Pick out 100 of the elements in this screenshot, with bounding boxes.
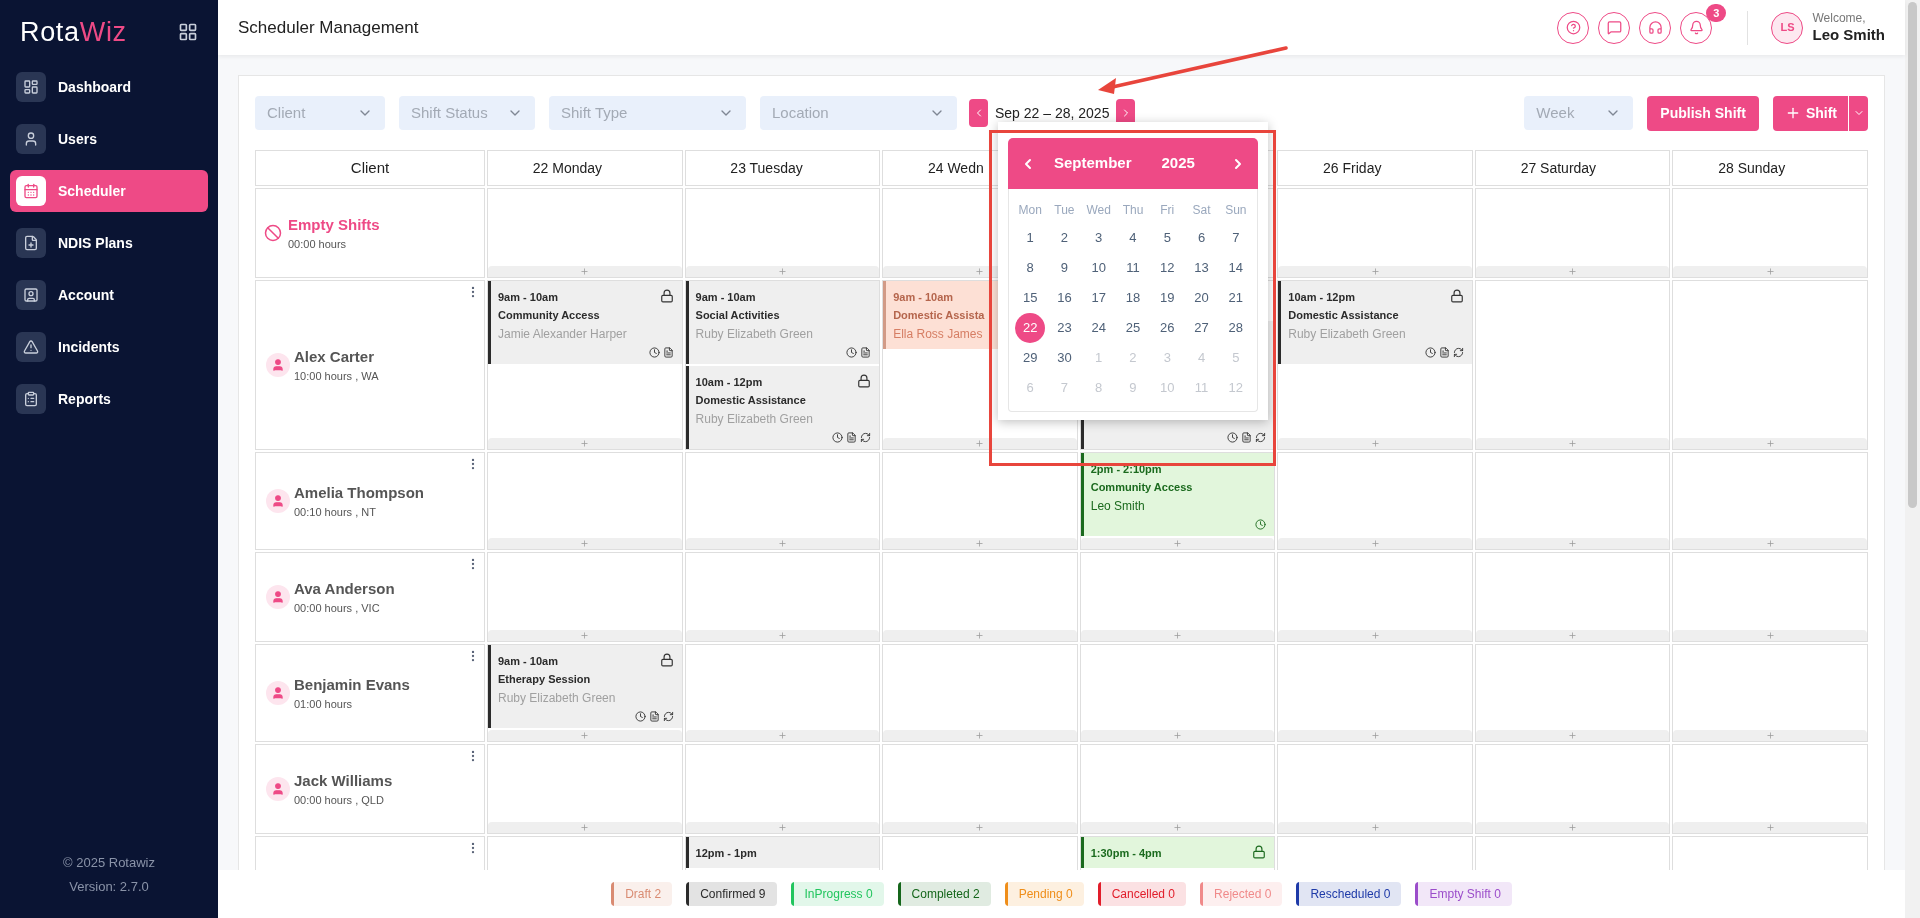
publish-shift-button[interactable]: Publish Shift xyxy=(1647,95,1759,131)
nav-item[interactable]: Reports xyxy=(10,378,208,420)
notes-icon[interactable] xyxy=(648,711,660,722)
column-header: 22 Monday xyxy=(532,158,603,178)
calendar-day[interactable]: 4 xyxy=(1118,223,1148,253)
year-label[interactable]: 2025 xyxy=(1161,152,1195,175)
calendar-day[interactable]: 1 xyxy=(1015,223,1046,253)
clock-icon[interactable] xyxy=(846,347,858,358)
calendar-day[interactable]: 20 xyxy=(1186,283,1217,313)
client-name[interactable]: Jack Williams xyxy=(294,769,393,792)
plus-icon xyxy=(975,823,985,832)
repeat-icon[interactable] xyxy=(1452,347,1464,358)
legend-label: Rescheduled 0 xyxy=(1309,886,1392,903)
calendar-day[interactable]: 15 xyxy=(1015,283,1046,313)
calendar-day[interactable]: 7 xyxy=(1220,223,1251,253)
repeat-icon[interactable] xyxy=(662,711,674,722)
shift-card[interactable]: 1:30pm - 4pm xyxy=(1080,837,1275,868)
weekday-label: Sun xyxy=(1224,202,1248,219)
lock-icon xyxy=(659,289,674,303)
calendar-day[interactable]: 11 xyxy=(1118,253,1148,283)
calendar-day[interactable]: 6 xyxy=(1186,223,1217,253)
notes-icon[interactable] xyxy=(1438,347,1450,358)
nav-item[interactable]: NDIS Plans xyxy=(10,222,208,264)
notes-icon[interactable] xyxy=(860,347,872,358)
previous-week-button[interactable] xyxy=(969,99,988,127)
shift-card[interactable]: 9am - 10am Community Access Jamie Alexander Harper xyxy=(488,281,682,364)
logo[interactable]: RotaWiz xyxy=(20,11,127,53)
calendar-day[interactable]: 9 xyxy=(1049,253,1080,283)
plus-icon xyxy=(580,267,590,276)
legend-label: Confirmed 9 xyxy=(699,886,767,903)
lock-icon xyxy=(857,374,872,388)
client-name[interactable]: Amelia Thompson xyxy=(294,481,424,504)
clock-icon[interactable] xyxy=(832,432,844,443)
client-name[interactable]: Alex Carter xyxy=(294,345,379,368)
calendar-day[interactable]: 18 xyxy=(1118,283,1148,313)
clock-icon[interactable] xyxy=(1227,432,1239,443)
plus-icon xyxy=(1370,823,1380,832)
nav-item[interactable]: Users xyxy=(10,118,208,160)
notes-icon[interactable] xyxy=(1241,432,1253,443)
apps-grid-icon[interactable] xyxy=(178,22,198,42)
document-icon xyxy=(23,235,39,251)
repeat-icon[interactable] xyxy=(860,432,872,443)
calendar-day[interactable]: 10 xyxy=(1083,253,1114,283)
calendar-day[interactable]: 21 xyxy=(1220,283,1251,313)
calendar-day[interactable]: 27 xyxy=(1186,313,1217,343)
add-shift-menu-button[interactable] xyxy=(1849,95,1868,131)
month-label[interactable]: September xyxy=(1054,152,1132,175)
shift-card[interactable]: 12pm - 1pm xyxy=(685,837,880,868)
clock-icon[interactable] xyxy=(648,347,660,358)
calendar-day[interactable]: 19 xyxy=(1152,283,1183,313)
calendar-day[interactable]: 3 xyxy=(1083,223,1114,253)
shift-card[interactable]: 9am - 10am Etherapy Session Ruby Elizabeth Green xyxy=(488,645,682,728)
add-shift-button[interactable]: Shift xyxy=(1772,95,1849,131)
shift-card[interactable]: 9am - 10am Social Activities Ruby Elizabeth Green xyxy=(685,281,880,364)
filter-placeholder: Client xyxy=(267,102,306,123)
plus-icon xyxy=(580,631,590,640)
calendar-day[interactable]: 25 xyxy=(1118,313,1148,343)
clock-icon[interactable] xyxy=(634,711,646,722)
legend-label: InProgress 0 xyxy=(803,886,874,903)
calendar-day[interactable]: 14 xyxy=(1220,253,1251,283)
calendar-day[interactable]: 24 xyxy=(1083,313,1114,343)
calendar-day[interactable]: 8 xyxy=(1015,253,1046,283)
shift-worker: Jamie Alexander Harper xyxy=(498,326,627,343)
client-hours: 00:00 hours xyxy=(288,237,348,252)
repeat-icon[interactable] xyxy=(1255,432,1267,443)
nav-item[interactable]: Account xyxy=(10,274,208,316)
calendar-day[interactable]: 28 xyxy=(1220,313,1251,343)
calendar-day[interactable]: 2 xyxy=(1049,223,1080,253)
plus-icon xyxy=(1568,439,1578,448)
client-name[interactable]: Empty Shifts xyxy=(288,213,380,236)
calendar-day[interactable]: 22 xyxy=(1015,313,1046,343)
shift-card[interactable]: 10am - 12pm Domestic Assistance Ruby Elizabeth Green xyxy=(1278,281,1472,364)
nav-item[interactable]: Incidents xyxy=(10,326,208,368)
clipboard-icon xyxy=(23,391,39,407)
nav-item[interactable]: Scheduler xyxy=(10,170,208,212)
shift-card[interactable]: 10am - 12pm Domestic Assistance Ruby Elizabeth Green xyxy=(685,366,880,449)
calendar-day[interactable]: 12 xyxy=(1152,253,1183,283)
plus-icon xyxy=(1173,631,1182,640)
scrollbar[interactable] xyxy=(1905,0,1920,918)
calendar-day[interactable]: 16 xyxy=(1049,283,1080,313)
calendar-day[interactable]: 5 xyxy=(1152,223,1183,253)
shift-time: 10am - 12pm xyxy=(695,375,763,390)
plus-icon xyxy=(1765,539,1775,548)
clock-icon[interactable] xyxy=(1424,347,1436,358)
date-range[interactable]: Sep 22 – 28, 2025 xyxy=(994,102,1111,124)
client-hours: 00:00 hours , QLD xyxy=(294,793,385,808)
nav-item[interactable]: Dashboard xyxy=(10,66,208,108)
client-name[interactable]: Ava Anderson xyxy=(294,577,395,600)
no-shift-icon xyxy=(264,224,282,242)
calendar-day[interactable]: 13 xyxy=(1186,253,1217,283)
client-name[interactable]: Benjamin Evans xyxy=(294,673,410,696)
notes-icon[interactable] xyxy=(846,432,858,443)
sidebar-footer-text: Version: 2.7.0 xyxy=(69,877,149,896)
calendar-day[interactable]: 23 xyxy=(1049,313,1080,343)
headset-icon xyxy=(1648,20,1663,35)
nav-label: Account xyxy=(58,285,114,305)
notes-icon[interactable] xyxy=(662,347,674,358)
calendar-day[interactable]: 17 xyxy=(1083,283,1114,313)
calendar-day[interactable]: 26 xyxy=(1152,313,1183,343)
clock-icon[interactable] xyxy=(1255,519,1267,530)
